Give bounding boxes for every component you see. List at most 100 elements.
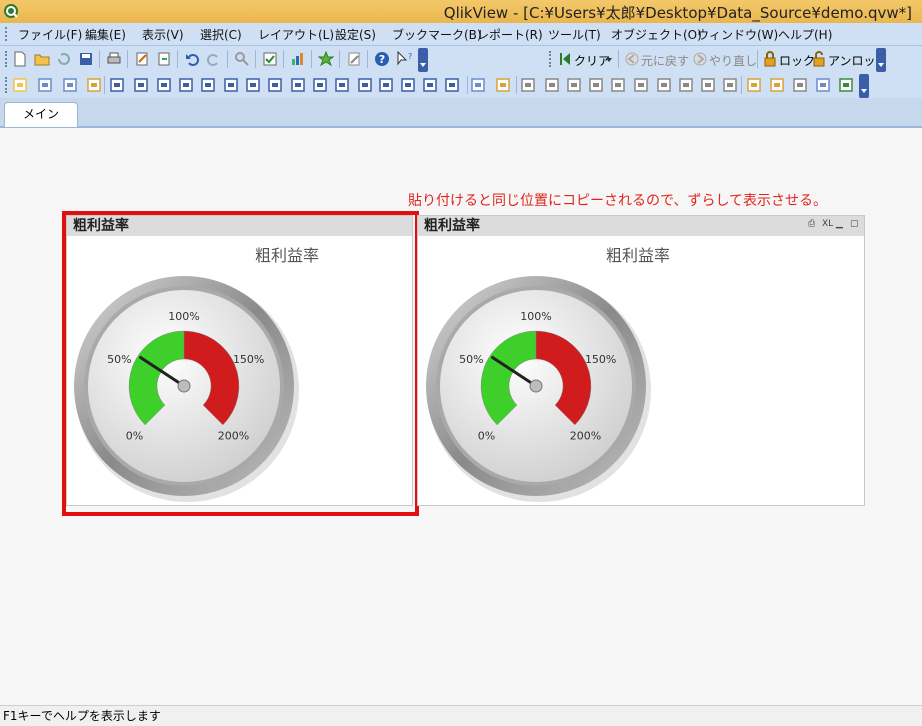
status-bar: F1キーでヘルプを表示します	[0, 705, 922, 726]
toolbar-separator	[99, 50, 100, 68]
properties-icon[interactable]	[346, 51, 362, 67]
reload-icon[interactable]	[56, 51, 72, 67]
design-tool-icon[interactable]	[838, 77, 854, 93]
design-tool-icon[interactable]	[12, 77, 28, 93]
toolbar-grip[interactable]	[549, 51, 553, 67]
design-tool-icon[interactable]	[200, 77, 216, 93]
design-tool-icon[interactable]	[86, 77, 102, 93]
design-tool-icon[interactable]	[633, 77, 649, 93]
menu-select[interactable]: 選択(C)	[200, 26, 242, 43]
qlikview-app-icon	[4, 4, 18, 18]
unlock-icon[interactable]	[811, 51, 827, 67]
design-tool-icon[interactable]	[422, 77, 438, 93]
design-tool-icon[interactable]	[566, 77, 582, 93]
clear-icon[interactable]	[557, 51, 573, 67]
menu-file[interactable]: ファイル(F)	[18, 26, 82, 43]
toolbar-separator	[339, 50, 340, 68]
design-tool-icon[interactable]	[223, 77, 239, 93]
gauge-tick-label: 200%	[570, 429, 601, 442]
toolbar-separator	[255, 50, 256, 68]
menu-settings[interactable]: 設定(S)	[335, 26, 376, 43]
tab-main[interactable]: メイン	[4, 102, 78, 127]
object-caption[interactable]: 粗利益率	[418, 216, 864, 236]
lock-label[interactable]: ロック	[779, 52, 815, 69]
design-tool-icon[interactable]	[312, 77, 328, 93]
minimize-icon[interactable]: ▁	[836, 219, 846, 229]
design-tool-icon[interactable]	[62, 77, 78, 93]
save-icon[interactable]	[78, 51, 94, 67]
design-tool-icon[interactable]	[769, 77, 785, 93]
design-tool-icon[interactable]	[588, 77, 604, 93]
design-tool-icon[interactable]	[746, 77, 762, 93]
checkmark-icon[interactable]	[262, 51, 278, 67]
window-title: QlikView - [C:¥Users¥太郎¥Desktop¥Data_Sou…	[443, 4, 912, 22]
design-tool-icon[interactable]	[357, 77, 373, 93]
design-tool-icon[interactable]	[722, 77, 738, 93]
design-tool-icon[interactable]	[378, 77, 394, 93]
toolbar-grip[interactable]	[5, 51, 9, 67]
design-tool-icon[interactable]	[520, 77, 536, 93]
menu-edit[interactable]: 編集(E)	[85, 26, 126, 43]
gauge-tick-label: 100%	[520, 310, 551, 323]
undo-icon[interactable]	[184, 51, 200, 67]
toolbar-separator	[311, 50, 312, 68]
back-icon[interactable]	[624, 51, 640, 67]
menu-report[interactable]: レポート(R)	[477, 26, 543, 43]
toolbar-separator	[127, 50, 128, 68]
menu-view[interactable]: 表示(V)	[142, 26, 184, 43]
back-label[interactable]: 元に戻す	[641, 52, 689, 69]
lock-icon[interactable]	[762, 51, 778, 67]
edit-script-icon[interactable]	[134, 51, 150, 67]
design-tool-icon[interactable]	[656, 77, 672, 93]
print-icon[interactable]	[106, 51, 122, 67]
star-icon[interactable]	[318, 51, 334, 67]
redo-icon[interactable]	[206, 51, 222, 67]
toolbar-grip[interactable]	[5, 77, 9, 93]
toolbar-overflow-dropdown[interactable]	[418, 48, 428, 72]
new-document-icon[interactable]	[12, 51, 28, 67]
design-tool-icon[interactable]	[495, 77, 511, 93]
help-icon[interactable]: ?	[374, 51, 390, 67]
design-tool-icon[interactable]	[792, 77, 808, 93]
quick-chart-icon[interactable]	[290, 51, 306, 67]
design-tool-icon[interactable]	[334, 77, 350, 93]
toolbar-overflow-dropdown[interactable]	[859, 74, 869, 98]
menu-layout[interactable]: レイアウト(L)	[258, 26, 334, 43]
design-tool-icon[interactable]	[700, 77, 716, 93]
reload-data-icon[interactable]	[156, 51, 172, 67]
context-help-icon[interactable]: ?	[396, 51, 412, 67]
maximize-icon[interactable]: ▢	[850, 219, 860, 229]
gauge-tick-label: 150%	[585, 353, 616, 366]
design-tool-icon[interactable]	[290, 77, 306, 93]
gauge-hub	[529, 379, 543, 393]
design-tool-icon[interactable]	[109, 77, 125, 93]
design-tool-icon[interactable]	[470, 77, 486, 93]
gauge-object-copy[interactable]: 粗利益率 ⎙ XL ▁ ▢ 粗利益率 0% 50% 100% 150% 200%	[417, 215, 865, 506]
design-tool-icon[interactable]	[267, 77, 283, 93]
open-folder-icon[interactable]	[34, 51, 50, 67]
menu-tools[interactable]: ツール(T)	[548, 26, 601, 43]
forward-icon[interactable]	[692, 51, 708, 67]
search-icon[interactable]	[234, 51, 250, 67]
toolbar-overflow-dropdown[interactable]	[876, 48, 886, 72]
menu-object[interactable]: オブジェクト(O)	[611, 26, 702, 43]
forward-label[interactable]: やり直し	[709, 52, 757, 69]
print-icon[interactable]: ⎙	[808, 219, 818, 229]
design-tool-icon[interactable]	[178, 77, 194, 93]
clear-dropdown-arrow-icon[interactable]	[601, 51, 617, 67]
design-tool-icon[interactable]	[678, 77, 694, 93]
design-tool-icon[interactable]	[815, 77, 831, 93]
menu-bookmark[interactable]: ブックマーク(B)	[392, 26, 482, 43]
design-tool-icon[interactable]	[245, 77, 261, 93]
menu-window[interactable]: ウィンドウ(W)	[697, 26, 778, 43]
design-tool-icon[interactable]	[444, 77, 460, 93]
design-tool-icon[interactable]	[156, 77, 172, 93]
menubar-grip[interactable]	[5, 27, 9, 41]
menu-help[interactable]: ヘルプ(H)	[778, 26, 832, 43]
send-to-excel-icon[interactable]: XL	[822, 219, 833, 229]
design-tool-icon[interactable]	[610, 77, 626, 93]
design-tool-icon[interactable]	[400, 77, 416, 93]
design-tool-icon[interactable]	[544, 77, 560, 93]
design-tool-icon[interactable]	[133, 77, 149, 93]
design-tool-icon[interactable]	[37, 77, 53, 93]
